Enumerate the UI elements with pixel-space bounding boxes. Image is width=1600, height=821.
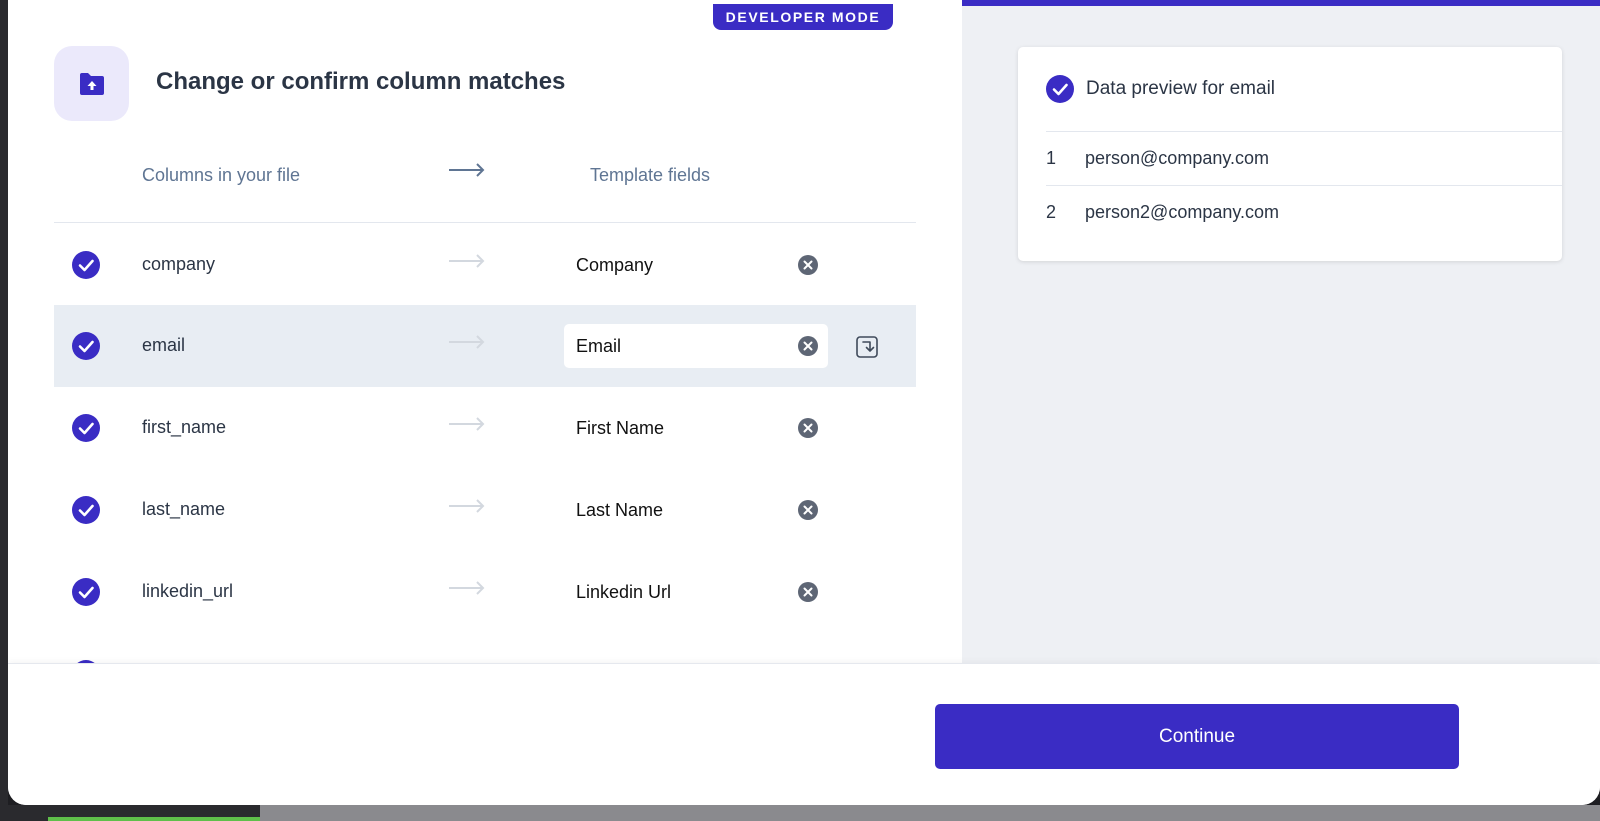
template-field-select[interactable]: First Name	[564, 406, 828, 450]
template-field-value: First Name	[576, 418, 665, 438]
template-field-value: Company	[576, 255, 654, 275]
source-column-label: email	[142, 335, 186, 355]
mapping-row-last-name[interactable]: last_name Last Name	[54, 469, 916, 551]
background-taskbar	[0, 805, 1600, 821]
mapping-row-first-name[interactable]: first_name First Name	[54, 387, 916, 469]
continue-button[interactable]: Continue	[935, 704, 1459, 769]
template-field-value: Email	[576, 336, 622, 356]
template-field-select[interactable]: Email	[564, 324, 828, 368]
page-title: Change or confirm column matches	[156, 68, 566, 95]
source-column-label: linkedin_url	[142, 581, 234, 601]
preview-row-index: 2	[1046, 202, 1057, 222]
mapping-row-email[interactable]: email Email	[54, 305, 916, 387]
taskbar-progress	[48, 817, 260, 821]
header-divider	[54, 222, 916, 223]
template-field-select[interactable]: Last Name	[564, 488, 828, 532]
preview-row-value: person@company.com	[1085, 148, 1270, 168]
preview-row: 2 person2@company.com	[1046, 185, 1562, 239]
preview-row-index: 1	[1046, 148, 1057, 168]
header-arrow-icon	[448, 162, 486, 183]
template-field-select[interactable]: Company	[564, 243, 828, 287]
check-circle-icon	[72, 414, 100, 442]
folder-upload-icon	[54, 46, 129, 121]
clear-icon[interactable]	[798, 418, 818, 438]
arrow-right-icon	[448, 498, 486, 519]
check-circle-icon	[72, 496, 100, 524]
preview-pane: Data preview for email 1 person@company.…	[962, 6, 1600, 663]
background-window-edge	[0, 0, 8, 821]
check-circle-icon	[72, 578, 100, 606]
template-field-select[interactable]: Linkedin Url	[564, 570, 828, 614]
columns-in-file-header: Columns in your file	[142, 165, 301, 185]
mapping-pane: Change or confirm column matches Columns…	[8, 0, 962, 663]
check-circle-icon	[1046, 75, 1074, 103]
check-circle-icon	[72, 332, 100, 360]
preview-title: Data preview for email	[1086, 78, 1276, 99]
arrow-right-icon	[448, 416, 486, 437]
mapping-row-partial	[54, 633, 916, 663]
developer-mode-badge: DEVELOPER MODE	[713, 4, 893, 30]
template-fields-header: Template fields	[590, 165, 711, 185]
column-match-modal: Change or confirm column matches Columns…	[8, 0, 1600, 805]
arrow-right-icon	[448, 580, 486, 601]
preview-row-value: person2@company.com	[1085, 202, 1280, 222]
preview-row: 1 person@company.com	[1046, 131, 1562, 185]
source-column-label: last_name	[142, 499, 226, 519]
mapping-row-linkedin-url[interactable]: linkedin_url Linkedin Url	[54, 551, 916, 633]
data-preview-card: Data preview for email 1 person@company.…	[1018, 47, 1562, 261]
template-field-value: Linkedin Url	[576, 582, 672, 602]
clear-icon[interactable]	[798, 500, 818, 520]
expand-preview-icon[interactable]	[856, 336, 878, 358]
source-column-label: company	[142, 254, 216, 274]
clear-icon[interactable]	[798, 582, 818, 602]
arrow-right-icon	[448, 334, 486, 355]
clear-icon[interactable]	[798, 255, 818, 275]
mapping-row-company[interactable]: company Company	[54, 224, 916, 306]
modal-footer: Continue	[8, 663, 1600, 805]
template-field-value: Last Name	[576, 500, 664, 520]
arrow-right-icon	[448, 253, 486, 274]
source-column-label: first_name	[142, 417, 227, 437]
clear-icon[interactable]	[798, 336, 818, 356]
check-circle-icon	[72, 251, 100, 279]
